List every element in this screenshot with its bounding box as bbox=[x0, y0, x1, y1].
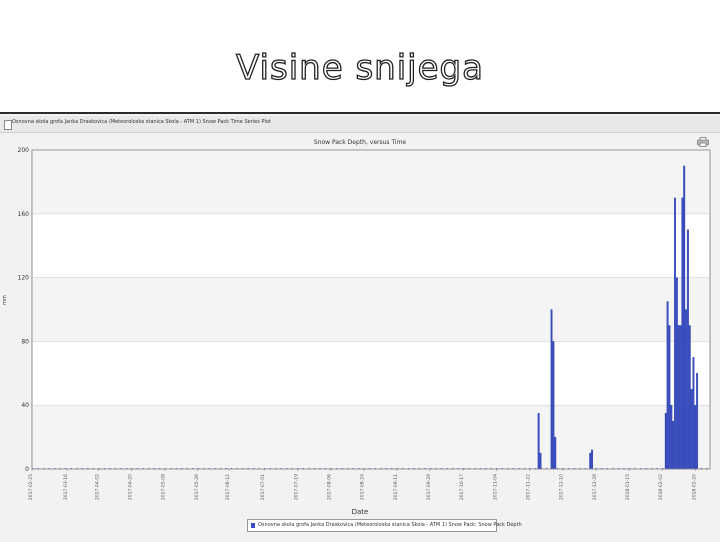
x-tick-label: 2017-06-12 bbox=[225, 474, 231, 500]
x-tick-label: 2017-05-08 bbox=[161, 474, 167, 500]
bar bbox=[666, 301, 669, 470]
bar bbox=[683, 165, 686, 470]
y-axis-label: mm bbox=[2, 295, 8, 305]
x-tick-label: 2017-12-28 bbox=[592, 474, 598, 500]
legend-swatch bbox=[251, 523, 255, 528]
x-tick-label: 2017-07-01 bbox=[260, 474, 266, 500]
bar bbox=[550, 309, 553, 470]
bar bbox=[686, 229, 689, 470]
x-axis-label: Date bbox=[351, 508, 369, 516]
bar bbox=[696, 373, 699, 470]
bar bbox=[679, 325, 682, 470]
legend-label: Osnovna skola grofa Janka Draskovica (Me… bbox=[258, 522, 522, 528]
snow-depth-chart: 0 40 80 120 160 200 2017-02-25 2017-03-16 2017-0… bbox=[18, 147, 711, 500]
x-tick-label: 2017-09-29 bbox=[426, 474, 432, 500]
x-tick-label: 2017-10-17 bbox=[459, 474, 465, 500]
y-tick-label: 40 bbox=[21, 402, 29, 409]
x-tick-label: 2017-05-26 bbox=[194, 474, 200, 500]
x-tick-label: 2017-04-02 bbox=[94, 474, 100, 500]
x-tick-label: 2017-11-04 bbox=[492, 474, 498, 500]
grid-band bbox=[32, 405, 710, 469]
bar bbox=[589, 452, 592, 470]
bar bbox=[668, 325, 671, 470]
bar bbox=[677, 325, 680, 470]
x-tick-label: 2017-02-25 bbox=[28, 474, 34, 500]
bar bbox=[552, 341, 555, 470]
bar bbox=[681, 197, 684, 470]
x-tick-label: 2017-11-22 bbox=[525, 474, 531, 500]
bar bbox=[537, 413, 540, 470]
y-tick-label: 200 bbox=[18, 147, 30, 154]
chart-legend: Osnovna skola grofa Janka Draskovica (Me… bbox=[247, 519, 522, 532]
y-tick-label: 80 bbox=[21, 338, 29, 345]
x-tick-label: 2018-02-20 bbox=[691, 474, 697, 500]
x-tick-label: 2017-09-11 bbox=[393, 474, 399, 500]
y-tick-label: 120 bbox=[18, 275, 30, 282]
bar bbox=[664, 413, 667, 470]
x-tick-label: 2017-04-20 bbox=[127, 474, 133, 500]
grid-band bbox=[32, 277, 710, 342]
x-tick-label: 2017-08-24 bbox=[360, 474, 366, 500]
bar bbox=[675, 277, 678, 470]
x-tick-label: 2018-02-02 bbox=[658, 474, 664, 500]
x-tick-label: 2017-12-10 bbox=[559, 474, 565, 500]
x-tick-label: 2017-07-19 bbox=[293, 474, 299, 500]
bar bbox=[674, 197, 676, 470]
bar bbox=[694, 405, 697, 470]
y-tick-label: 160 bbox=[18, 211, 30, 218]
grid-band bbox=[32, 150, 710, 214]
bar bbox=[688, 325, 691, 470]
bar bbox=[690, 389, 693, 470]
x-tick-label: 2017-08-06 bbox=[326, 474, 332, 500]
bar bbox=[692, 357, 695, 470]
y-tick-label: 0 bbox=[25, 466, 29, 473]
bar bbox=[685, 309, 687, 470]
bar bbox=[554, 436, 557, 470]
x-tick-label: 2018-01-15 bbox=[625, 474, 631, 500]
bar bbox=[670, 405, 673, 470]
bar bbox=[672, 420, 675, 470]
x-tick-label: 2017-03-16 bbox=[63, 474, 69, 500]
bar bbox=[539, 452, 542, 470]
bar bbox=[591, 449, 594, 470]
